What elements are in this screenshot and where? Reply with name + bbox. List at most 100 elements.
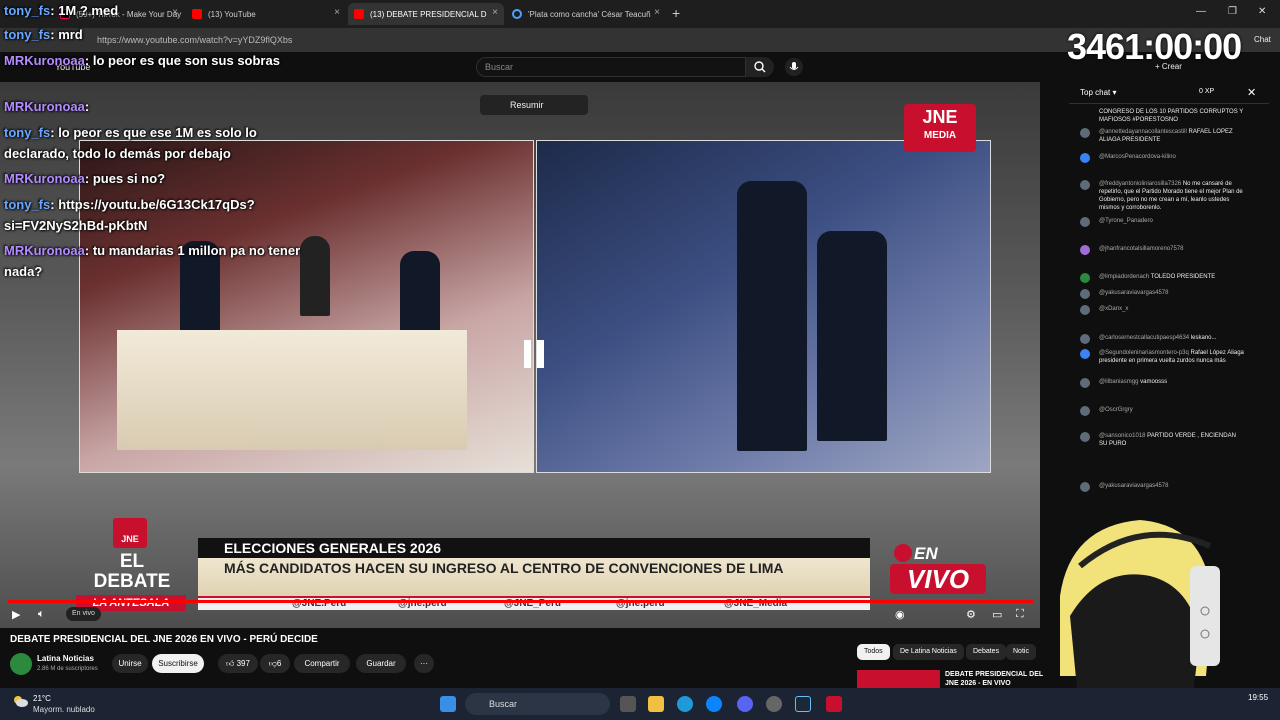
live-tag[interactable]: En vivo xyxy=(66,607,101,621)
thumbs-up-icon: 👍︎ xyxy=(226,659,237,668)
user-avatar xyxy=(1080,273,1090,283)
volume-icon[interactable]: 🔈︎ xyxy=(38,608,45,621)
headline-body: MÁS CANDIDATOS HACEN SU INGRESO AL CENTR… xyxy=(198,558,870,596)
chip-latina[interactable]: De Latina Noticias xyxy=(893,644,964,660)
like-button[interactable]: 👍︎ 397 xyxy=(218,654,258,673)
thumbs-down-icon: 👎︎ xyxy=(268,659,277,668)
user-avatar xyxy=(1080,128,1090,138)
resumir-button[interactable]: Resumir xyxy=(480,95,588,115)
close-icon[interactable]: × xyxy=(334,7,340,18)
tab-debate[interactable]: (13) DEBATE PRESIDENCIAL D × xyxy=(348,3,504,25)
user-avatar xyxy=(1080,334,1090,344)
taskbar-search[interactable]: Buscar xyxy=(465,693,610,715)
user-avatar xyxy=(1080,378,1090,388)
discord-icon[interactable] xyxy=(737,696,753,712)
miniplayer-icon[interactable]: ▭ xyxy=(992,608,1002,621)
more-button[interactable]: ··· xyxy=(414,654,434,673)
social-handles-bar: @JNE.Peru @jne.peru @JNE_Peru @jne.peru … xyxy=(198,596,870,610)
user-avatar xyxy=(1080,482,1090,492)
browser-icon[interactable] xyxy=(706,696,722,712)
obs-icon[interactable] xyxy=(766,696,782,712)
top-chat-dropdown[interactable]: Top chat ▾ xyxy=(1080,88,1117,97)
stream-timer: 3461:00:00 xyxy=(1067,26,1242,67)
overlay-chat-line: tony_fs: 1M ? med xyxy=(4,3,119,18)
crowd-figure xyxy=(300,236,330,316)
jne-badge-logo: JNE xyxy=(113,518,147,548)
user-avatar xyxy=(1080,349,1090,359)
search-button[interactable] xyxy=(746,57,774,77)
close-chat-icon[interactable]: ✕ xyxy=(1247,86,1256,99)
close-icon[interactable]: × xyxy=(654,7,660,18)
headline-top: ELECCIONES GENERALES 2026 xyxy=(198,538,870,558)
close-window-button[interactable]: ✕ xyxy=(1258,6,1266,17)
file-explorer-icon[interactable] xyxy=(648,696,664,712)
autoplay-icon[interactable]: ◉ xyxy=(895,608,905,621)
overlay-chat-line: MRKuronoaa: lo peor es que son sus sobra… xyxy=(4,53,280,68)
user-avatar xyxy=(1080,217,1090,227)
overlay-chat-line: tony_fs: mrd xyxy=(4,27,83,42)
mic-icon xyxy=(789,62,799,70)
steam-icon[interactable] xyxy=(795,696,811,712)
fullscreen-icon[interactable]: ⛶ xyxy=(1016,608,1024,621)
el-debate-title: EL DEBATE xyxy=(93,551,171,592)
taskbar-clock[interactable]: 19:55 xyxy=(1248,693,1268,702)
dislike-button[interactable]: 👎︎6 xyxy=(260,654,290,673)
new-tab-button[interactable]: + xyxy=(672,5,680,21)
chip-debates[interactable]: Debates xyxy=(966,644,1007,660)
close-icon[interactable]: × xyxy=(492,7,498,18)
chat-toggle-label[interactable]: Chat xyxy=(1254,35,1271,44)
minimize-button[interactable]: — xyxy=(1196,6,1206,17)
user-avatar xyxy=(1080,406,1090,416)
join-button[interactable]: Unirse xyxy=(112,654,148,673)
cloud-sun-icon xyxy=(14,696,28,707)
user-avatar xyxy=(1080,432,1090,442)
presenter-figure xyxy=(400,251,440,336)
channel-avatar[interactable] xyxy=(10,653,32,675)
user-avatar xyxy=(1080,180,1090,190)
play-button[interactable]: ▶ xyxy=(12,608,20,621)
user-avatar xyxy=(1080,245,1090,255)
user-avatar xyxy=(1080,289,1090,299)
candidate-figure xyxy=(737,181,807,451)
recommended-thumbnail[interactable] xyxy=(857,670,940,688)
youtube-icon xyxy=(354,9,364,19)
task-view-icon[interactable] xyxy=(620,696,636,712)
en-vivo-badge: EN VIVO xyxy=(890,540,986,596)
user-avatar xyxy=(1080,305,1090,315)
loading-icon xyxy=(512,9,522,19)
weather-desc[interactable]: Mayorm. nublado xyxy=(33,705,95,714)
video-title: DEBATE PRESIDENCIAL DEL JNE 2026 EN VIVO… xyxy=(10,634,318,645)
windows-taskbar xyxy=(0,688,1280,720)
save-button[interactable]: Guardar xyxy=(356,654,406,673)
progress-bar[interactable] xyxy=(8,600,1033,603)
play-icon xyxy=(894,544,912,562)
recommended-title[interactable]: DEBATE PRESIDENCIAL DEL JNE 2026 - EN VI… xyxy=(945,670,1055,688)
app-icon[interactable] xyxy=(826,696,842,712)
overlay-chat-line: MRKuronoaa: xyxy=(4,99,90,114)
mic-button[interactable] xyxy=(785,58,803,76)
candidate-figure xyxy=(817,231,887,441)
edge-icon[interactable] xyxy=(677,696,693,712)
pause-indicator xyxy=(524,340,546,368)
user-avatar xyxy=(1080,153,1090,163)
news-desk xyxy=(117,330,467,450)
xp-badge: 0 XP xyxy=(1199,88,1215,95)
overlay-chat-line: tony_fs: https://youtu.be/6G13Ck17qDs?si… xyxy=(4,197,255,233)
subscribe-button[interactable]: Suscribirse xyxy=(152,654,204,673)
video-right-panel xyxy=(536,140,991,473)
tab-plata[interactable]: 'Plata como cancha' César Teacuñ × xyxy=(506,3,666,25)
chip-todos[interactable]: Todos xyxy=(857,644,890,660)
search-input[interactable]: Buscar xyxy=(476,57,746,77)
maximize-button[interactable]: ❐ xyxy=(1228,6,1237,17)
weather-temp[interactable]: 21°C xyxy=(33,694,51,703)
chip-noticias[interactable]: Notic xyxy=(1006,644,1036,660)
overlay-chat-line: MRKuronoaa: pues si no? xyxy=(4,171,166,186)
settings-icon[interactable]: ⚙ xyxy=(966,608,976,621)
jne-media-logo: JNE MEDIA xyxy=(904,104,976,152)
subscriber-count: 2.86 M de suscriptores xyxy=(37,666,98,672)
overlay-chat-line: tony_fs: lo peor es que ese 1M es solo l… xyxy=(4,125,257,161)
share-button[interactable]: Compartir xyxy=(294,654,350,673)
overlay-chat-line: MRKuronoaa: tu mandarias 1 millon pa no … xyxy=(4,243,301,279)
channel-name[interactable]: Latina Noticias xyxy=(37,654,94,663)
windows-start-icon[interactable] xyxy=(440,696,456,712)
